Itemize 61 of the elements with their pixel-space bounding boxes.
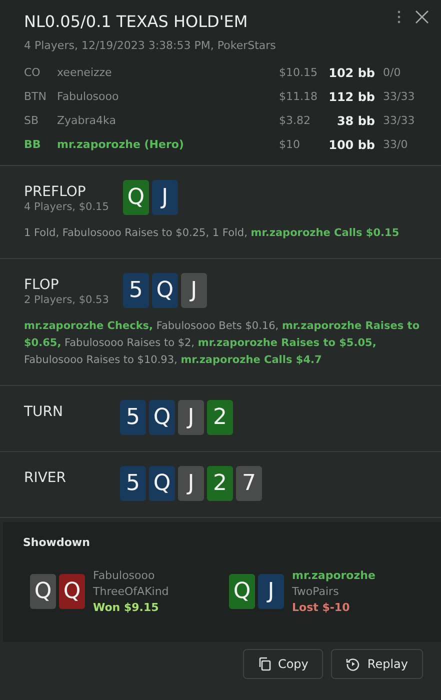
big-blinds: 38 bb	[336, 114, 375, 128]
playing-card: 5	[122, 273, 149, 308]
street-name: TURN	[24, 404, 64, 420]
playing-card: J	[258, 574, 284, 609]
position-label: SB	[24, 114, 40, 127]
playing-card: J	[178, 400, 204, 435]
big-blinds: 112 bb	[328, 90, 375, 104]
playing-card: J	[152, 180, 178, 215]
position-label: BTN	[24, 90, 48, 103]
player-name: Zyabra4ka	[57, 114, 117, 127]
playing-card: Q	[122, 180, 149, 215]
playing-card: J	[180, 273, 207, 308]
hand-rank: TwoPairs	[292, 585, 340, 598]
playing-card: J	[178, 466, 204, 501]
hand-info: 4 Players, 12/19/2023 3:38:53 PM, PokerStars	[24, 39, 277, 52]
street-name: RIVER	[24, 470, 68, 486]
hand-rank: ThreeOfAKind	[93, 585, 169, 598]
playing-card: Q	[229, 574, 255, 609]
position-label: BB	[24, 138, 42, 151]
player-name: mr.zaporozhe	[292, 569, 376, 582]
player-stats: 0/0	[383, 66, 402, 79]
replay-icon	[346, 657, 360, 671]
player-name: xeeneizze	[57, 66, 113, 79]
player-stats: 33/33	[383, 114, 416, 127]
more-icon[interactable]	[397, 10, 401, 24]
street-info: 2 Players, $0.53	[24, 294, 109, 306]
action-log: mr.zaporozhe Checks, Fabulosooo Bets $0.16, mr.zaporozhe Raises to $0.65, Fabulosooo Raises to $2, mr.zaporozhe Raises to $5.05, Fabulosooo Raises to $10.93, mr.zaporozhe Calls $4.7	[24, 319, 421, 368]
copy-button[interactable]: Copy	[242, 649, 324, 679]
action-log: 1 Fold, Fabulosooo Raises to $0.25, 1 Fold, mr.zaporozhe Calls $0.15	[24, 226, 400, 241]
replay-button[interactable]: Replay	[331, 649, 423, 679]
big-blinds: 102 bb	[328, 66, 375, 80]
stack-amount: $11.18	[279, 90, 318, 103]
result-amount: Lost $-10	[292, 601, 351, 614]
player-stats: 33/33	[383, 90, 416, 103]
position-label: CO	[24, 66, 42, 79]
playing-card: Q	[149, 466, 175, 501]
stack-amount: $10	[279, 138, 301, 151]
playing-card: 7	[236, 466, 262, 501]
street-name: PREFLOP	[24, 184, 87, 200]
playing-card: 2	[207, 466, 233, 501]
result-amount: Won $9.15	[93, 601, 160, 614]
playing-card: 5	[120, 466, 146, 501]
player-stats: 33/0	[383, 138, 409, 151]
street-name: FLOP	[24, 277, 60, 293]
window-title: NL0.05/0.1 TEXAS HOLD'EM	[24, 12, 248, 31]
playing-card: Q	[30, 574, 56, 609]
close-icon[interactable]	[415, 10, 429, 24]
stack-amount: $10.15	[279, 66, 318, 79]
big-blinds: 100 bb	[328, 138, 375, 152]
street-info: 4 Players, $0.15	[24, 201, 109, 213]
player-name: Fabulosooo	[93, 569, 156, 582]
copy-icon	[258, 657, 271, 671]
playing-card: Q	[149, 400, 175, 435]
playing-card: Q	[59, 574, 85, 609]
showdown-title: Showdown	[23, 536, 91, 549]
stack-amount: $3.82	[279, 114, 312, 127]
playing-card: 2	[207, 400, 233, 435]
player-name: Fabulosooo	[57, 90, 120, 103]
player-name: mr.zaporozhe (Hero)	[57, 138, 185, 151]
playing-card: 5	[120, 400, 146, 435]
playing-card: Q	[152, 273, 178, 308]
